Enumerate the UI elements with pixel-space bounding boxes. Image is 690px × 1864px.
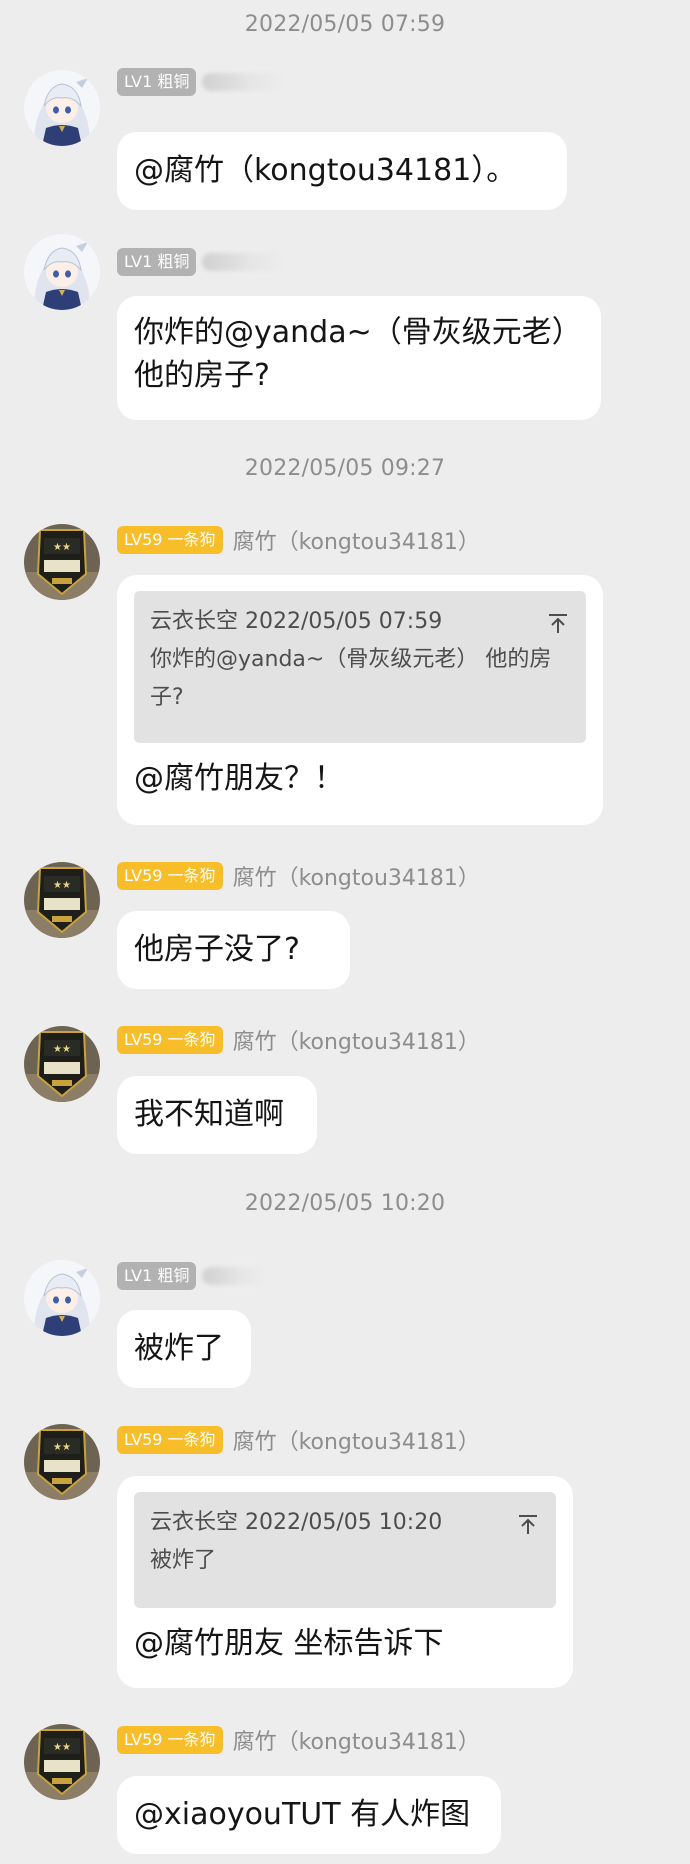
game-badge-avatar: ★★ bbox=[24, 1724, 100, 1800]
svg-text:★★: ★★ bbox=[53, 880, 71, 891]
user-avatar[interactable]: ★★ bbox=[24, 1424, 100, 1500]
message-text: 被炸了 bbox=[134, 1331, 224, 1366]
message-bubble[interactable]: 云衣长空 2022/05/05 07:59 你炸的@yanda~（骨灰级元老） … bbox=[117, 575, 603, 825]
quote-header: 云衣长空 2022/05/05 10:20 bbox=[150, 1510, 443, 1535]
game-badge-avatar: ★★ bbox=[24, 1026, 100, 1102]
sender-meta: LV59 一条狗 腐竹（kongtou34181） bbox=[117, 862, 480, 891]
message-bubble[interactable]: 他房子没了? bbox=[117, 911, 350, 989]
game-badge-avatar: ★★ bbox=[24, 862, 100, 938]
message-text: 我不知道啊 bbox=[134, 1097, 284, 1132]
quoted-message[interactable]: 云衣长空 2022/05/05 10:20 被炸了 bbox=[134, 1492, 556, 1608]
sender-meta: LV59 一条狗 腐竹（kongtou34181） bbox=[117, 1426, 480, 1455]
sender-name: 腐竹（kongtou34181） bbox=[232, 530, 480, 555]
quote-header: 云衣长空 2022/05/05 07:59 bbox=[150, 609, 443, 634]
level-badge: LV1 粗铜 bbox=[117, 68, 197, 96]
quote-text: 你炸的@yanda~（骨灰级元老） 他的房子? bbox=[150, 647, 552, 710]
arrow-up-to-top-icon[interactable] bbox=[546, 610, 570, 634]
game-badge-avatar: ★★ bbox=[24, 524, 100, 600]
blurred-username bbox=[202, 73, 287, 91]
sender-meta: LV1 粗铜 bbox=[117, 248, 287, 276]
blurred-username bbox=[202, 253, 287, 271]
user-avatar[interactable]: ★★ bbox=[24, 1724, 100, 1800]
anime-girl-avatar bbox=[24, 1260, 100, 1336]
sender-meta: LV59 一条狗 腐竹（kongtou34181） bbox=[117, 526, 480, 555]
level-badge: LV1 粗铜 bbox=[117, 248, 197, 276]
message-text: 你炸的@yanda~（骨灰级元老） 他的房子? bbox=[134, 315, 582, 393]
sender-meta: LV59 一条狗 腐竹（kongtou34181） bbox=[117, 1726, 480, 1755]
sender-name: 腐竹（kongtou34181） bbox=[232, 866, 480, 891]
sender-meta: LV59 一条狗 腐竹（kongtou34181） bbox=[117, 1026, 480, 1055]
sender-name: 腐竹（kongtou34181） bbox=[232, 1030, 480, 1055]
sender-name: 腐竹（kongtou34181） bbox=[232, 1430, 480, 1455]
level-badge: LV59 一条狗 bbox=[117, 862, 223, 890]
user-avatar[interactable] bbox=[24, 234, 100, 310]
message-bubble[interactable]: 你炸的@yanda~（骨灰级元老） 他的房子? bbox=[117, 296, 601, 420]
svg-text:★★: ★★ bbox=[53, 542, 71, 553]
user-avatar[interactable] bbox=[24, 70, 100, 146]
message-text: @腐竹（kongtou34181）。 bbox=[134, 153, 517, 188]
level-badge: LV59 一条狗 bbox=[117, 526, 223, 554]
message-text: 他房子没了? bbox=[134, 932, 300, 967]
level-badge: LV1 粗铜 bbox=[117, 1262, 197, 1290]
anime-girl-avatar bbox=[24, 70, 100, 146]
svg-text:★★: ★★ bbox=[53, 1044, 71, 1055]
user-avatar[interactable]: ★★ bbox=[24, 1026, 100, 1102]
message-text: @xiaoyouTUT 有人炸图 bbox=[134, 1797, 471, 1832]
timestamp: 2022/05/05 10:20 bbox=[244, 1191, 446, 1216]
user-avatar[interactable]: ★★ bbox=[24, 524, 100, 600]
arrow-up-to-top-icon[interactable] bbox=[516, 1511, 540, 1535]
message-bubble[interactable]: 我不知道啊 bbox=[117, 1076, 317, 1154]
message-text: @腐竹朋友 坐标告诉下 bbox=[134, 1626, 444, 1661]
chat-window[interactable]: 2022/05/05 07:59 LV1 粗铜 @腐竹（kongtou34181… bbox=[0, 0, 690, 1864]
quote-text: 被炸了 bbox=[150, 1548, 217, 1573]
message-text: @腐竹朋友？！ bbox=[134, 761, 344, 796]
message-bubble[interactable]: 云衣长空 2022/05/05 10:20 被炸了 @腐竹朋友 坐标告诉下 bbox=[117, 1476, 573, 1688]
sender-meta: LV1 粗铜 bbox=[117, 1262, 267, 1290]
svg-text:★★: ★★ bbox=[53, 1742, 71, 1753]
user-avatar[interactable]: ★★ bbox=[24, 862, 100, 938]
level-badge: LV59 一条狗 bbox=[117, 1426, 223, 1454]
blurred-username bbox=[202, 1267, 267, 1285]
user-avatar[interactable] bbox=[24, 1260, 100, 1336]
svg-text:★★: ★★ bbox=[53, 1442, 71, 1453]
message-bubble[interactable]: @腐竹（kongtou34181）。 bbox=[117, 132, 567, 210]
anime-girl-avatar bbox=[24, 234, 100, 310]
message-bubble[interactable]: @xiaoyouTUT 有人炸图 bbox=[117, 1776, 501, 1854]
sender-meta: LV1 粗铜 bbox=[117, 68, 287, 96]
game-badge-avatar: ★★ bbox=[24, 1424, 100, 1500]
timestamp: 2022/05/05 09:27 bbox=[244, 456, 446, 481]
quoted-message[interactable]: 云衣长空 2022/05/05 07:59 你炸的@yanda~（骨灰级元老） … bbox=[134, 591, 586, 743]
message-bubble[interactable]: 被炸了 bbox=[117, 1310, 251, 1388]
sender-name: 腐竹（kongtou34181） bbox=[232, 1730, 480, 1755]
timestamp: 2022/05/05 07:59 bbox=[244, 12, 446, 37]
level-badge: LV59 一条狗 bbox=[117, 1726, 223, 1754]
level-badge: LV59 一条狗 bbox=[117, 1026, 223, 1054]
